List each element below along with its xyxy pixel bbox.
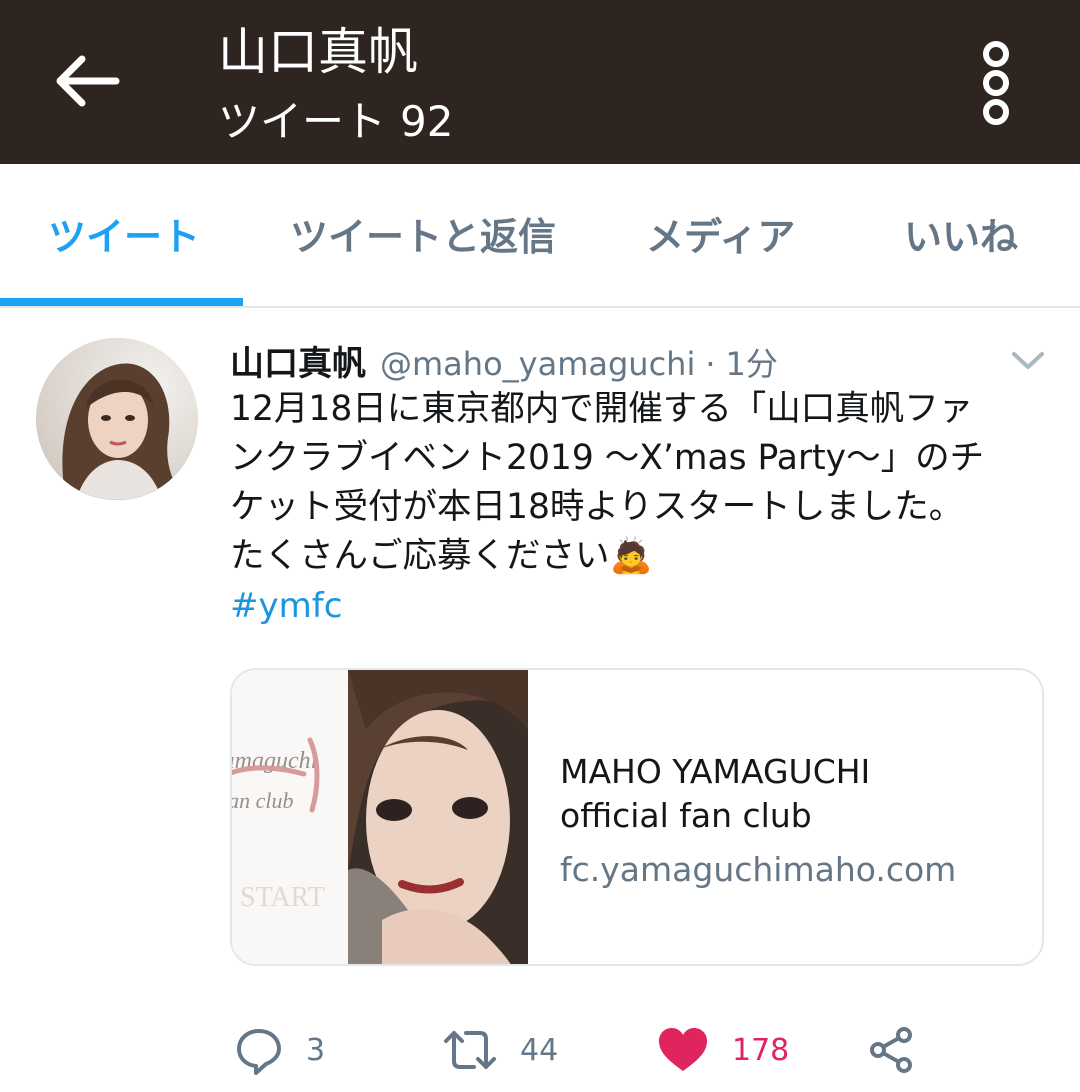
arrow-left-icon <box>56 55 120 107</box>
active-tab-indicator <box>0 298 243 306</box>
tab-likes[interactable]: いいね <box>904 214 1018 260</box>
meta-separator: · <box>705 345 716 383</box>
chevron-down-icon <box>1012 352 1044 369</box>
reply-button[interactable]: 3 <box>234 1020 325 1080</box>
reply-count: 3 <box>306 1032 326 1068</box>
tab-media[interactable]: メディア <box>646 214 795 260</box>
tweet-actions: 3 44 178 <box>0 1020 1080 1080</box>
card-logo-subtext: fan club <box>232 788 294 813</box>
share-icon <box>870 1027 912 1073</box>
tweet-text-line: たくさんご応募ください🙇 <box>230 536 653 576</box>
card-domain: fc.yamaguchimaho.com <box>560 850 957 889</box>
tweet-count-value: 92 <box>400 97 454 146</box>
profile-name-title: 山口真帆 <box>218 23 418 81</box>
tweet-count-subtitle: ツイート 92 <box>218 96 453 148</box>
tweet-menu-button[interactable] <box>1006 342 1050 378</box>
card-description: official fan club <box>560 796 812 835</box>
avatar[interactable] <box>36 338 198 500</box>
author-handle[interactable]: @maho_yamaguchi <box>380 345 695 383</box>
share-button[interactable] <box>866 1020 916 1080</box>
tweet-text: 12月18日に東京都内で開催する「山口真帆ファ ンクラブイベント2019 〜X’… <box>230 385 1050 581</box>
card-start-text: START <box>240 882 325 913</box>
tab-tweets-and-replies[interactable]: ツイートと返信 <box>290 214 556 260</box>
tab-tweets[interactable]: ツイート <box>48 214 200 260</box>
tweet-time: 1分 <box>725 345 778 383</box>
reply-icon <box>237 1029 281 1075</box>
like-count: 178 <box>732 1032 790 1068</box>
tweet-count-label: ツイート <box>218 97 387 146</box>
tweet-text-line: ンクラブイベント2019 〜X’mas Party〜」のチ <box>230 438 985 478</box>
avatar-image <box>36 338 198 500</box>
like-button[interactable]: 178 <box>656 1020 789 1080</box>
retweet-button[interactable]: 44 <box>442 1020 558 1080</box>
tweet-text-line: 12月18日に東京都内で開催する「山口真帆ファ <box>230 389 974 429</box>
author-name[interactable]: 山口真帆 <box>230 336 366 385</box>
app-header: 山口真帆 ツイート 92 <box>0 0 1080 164</box>
card-title: MAHO YAMAGUCHI <box>560 752 871 791</box>
more-options-button[interactable] <box>960 36 1032 130</box>
profile-tabs: ツイート ツイートと返信 メディア いいね <box>0 164 1080 308</box>
hashtag-link[interactable]: #ymfc <box>230 582 342 630</box>
tweet-text-line: ケット受付が本日18時よりスタートしました。 <box>230 487 964 527</box>
card-thumbnail-image: yamaguchi fan club START <box>232 670 528 964</box>
retweet-count: 44 <box>520 1032 559 1068</box>
back-button[interactable] <box>36 36 136 126</box>
heart-icon <box>659 1028 707 1071</box>
link-preview-card[interactable]: yamaguchi fan club START MAHO YAMAGUCHI … <box>230 668 1044 966</box>
retweet-icon <box>444 1031 496 1069</box>
more-vertical-icon <box>983 41 1009 125</box>
tweet-header: 山口真帆 @maho_yamaguchi · 1分 <box>230 336 778 384</box>
